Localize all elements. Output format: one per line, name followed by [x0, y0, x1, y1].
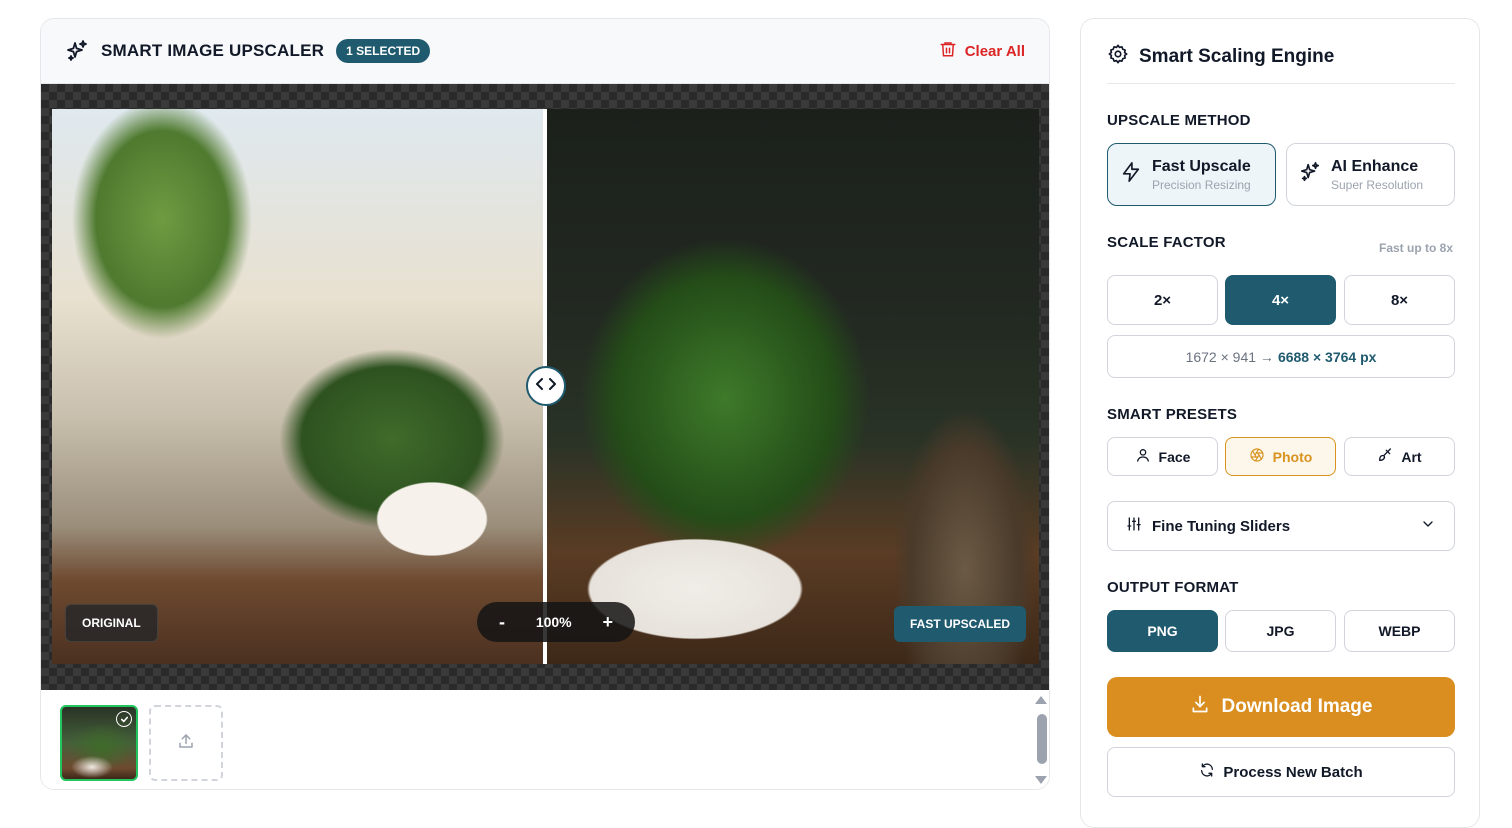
- method-subtitle: Precision Resizing: [1152, 177, 1251, 192]
- clear-all-button[interactable]: Clear All: [939, 40, 1025, 62]
- upscaled-label: FAST UPSCALED: [893, 606, 1026, 642]
- lightning-icon: [1120, 161, 1142, 188]
- output-dimensions: 1672 × 941 → 6688 × 3764 px: [1107, 335, 1455, 378]
- download-label: Download Image: [1221, 696, 1373, 717]
- sliders-icon: [1126, 516, 1142, 536]
- original-image: [52, 109, 545, 664]
- scale-4x-button[interactable]: 4×: [1225, 275, 1336, 325]
- fine-tuning-label: Fine Tuning Sliders: [1152, 517, 1291, 535]
- image-thumbnail[interactable]: [60, 705, 138, 781]
- check-circle-icon: [116, 711, 132, 727]
- aperture-icon: [1249, 447, 1265, 466]
- thumbnail-strip: [41, 690, 1049, 789]
- chevron-down-icon: [1420, 516, 1436, 536]
- comparison-slider-handle[interactable]: [526, 366, 566, 406]
- method-ai-enhance[interactable]: AI Enhance Super Resolution: [1286, 143, 1455, 206]
- scale-factor-label: SCALE FACTOR: [1107, 234, 1226, 251]
- scale-2x-button[interactable]: 2×: [1107, 275, 1218, 325]
- upload-image-button[interactable]: [149, 705, 223, 781]
- original-label: ORIGINAL: [65, 604, 158, 642]
- output-format-label: OUTPUT FORMAT: [1107, 579, 1239, 596]
- clear-all-label: Clear All: [964, 42, 1025, 60]
- format-jpg-button[interactable]: JPG: [1225, 610, 1336, 652]
- method-subtitle: Super Resolution: [1331, 177, 1424, 192]
- comparison-viewer: ORIGINAL FAST UPSCALED - 100% +: [41, 84, 1049, 690]
- scrollbar-thumb[interactable]: [1037, 714, 1047, 764]
- method-title: Fast Upscale: [1152, 157, 1251, 175]
- zoom-level: 100%: [535, 614, 572, 630]
- trash-icon: [939, 40, 957, 62]
- download-icon: [1190, 694, 1210, 720]
- target-dimensions: 6688 × 3764 px: [1277, 348, 1377, 365]
- divider: [1107, 83, 1455, 84]
- preset-label: Art: [1401, 448, 1422, 465]
- source-dimensions: 1672 × 941 →: [1185, 348, 1274, 365]
- scale-hint: Fast up to 8x: [1378, 241, 1453, 255]
- scroll-down-arrow[interactable]: [1035, 776, 1047, 784]
- method-title: AI Enhance: [1331, 157, 1419, 175]
- image-workspace: SMART IMAGE UPSCALER 1 SELECTED Clear Al…: [40, 18, 1050, 790]
- brush-icon: [1377, 447, 1393, 466]
- refresh-icon: [1199, 762, 1215, 782]
- fine-tuning-dropdown[interactable]: Fine Tuning Sliders: [1107, 501, 1455, 551]
- scale-8x-button[interactable]: 8×: [1344, 275, 1455, 325]
- panel-title: Smart Scaling Engine: [1139, 46, 1335, 67]
- process-batch-label: Process New Batch: [1223, 763, 1363, 781]
- workspace-header: SMART IMAGE UPSCALER 1 SELECTED Clear Al…: [41, 19, 1049, 84]
- user-icon: [1135, 447, 1151, 466]
- process-new-batch-button[interactable]: Process New Batch: [1107, 747, 1455, 797]
- preset-label: Photo: [1272, 448, 1313, 465]
- format-png-button[interactable]: PNG: [1107, 610, 1218, 652]
- preset-face-button[interactable]: Face: [1107, 437, 1218, 476]
- upscaled-image: [545, 109, 1039, 664]
- sparkles-icon: [65, 39, 89, 63]
- chevron-left-right-icon: [535, 376, 557, 397]
- panel-header: Smart Scaling Engine: [1107, 43, 1334, 71]
- preset-art-button[interactable]: Art: [1344, 437, 1455, 476]
- comparison-image: ORIGINAL FAST UPSCALED - 100% +: [52, 109, 1039, 664]
- gear-icon: [1107, 43, 1129, 71]
- settings-panel: Smart Scaling Engine UPSCALE METHOD Fast…: [1080, 18, 1480, 828]
- zoom-in-button[interactable]: +: [602, 612, 613, 633]
- app-title: SMART IMAGE UPSCALER: [101, 41, 325, 60]
- scroll-up-arrow[interactable]: [1035, 696, 1047, 704]
- zoom-control: - 100% +: [477, 602, 635, 642]
- upscale-method-label: UPSCALE METHOD: [1107, 112, 1251, 129]
- smart-presets-label: SMART PRESETS: [1107, 406, 1238, 423]
- sparkles-icon: [1299, 161, 1321, 188]
- upload-icon: [177, 732, 195, 755]
- preset-label: Face: [1158, 448, 1191, 465]
- download-image-button[interactable]: Download Image: [1107, 677, 1455, 737]
- selected-count-badge: 1 SELECTED: [336, 39, 431, 63]
- format-webp-button[interactable]: WEBP: [1344, 610, 1455, 652]
- method-fast-upscale[interactable]: Fast Upscale Precision Resizing: [1107, 143, 1276, 206]
- zoom-out-button[interactable]: -: [499, 612, 505, 633]
- preset-photo-button[interactable]: Photo: [1225, 437, 1336, 476]
